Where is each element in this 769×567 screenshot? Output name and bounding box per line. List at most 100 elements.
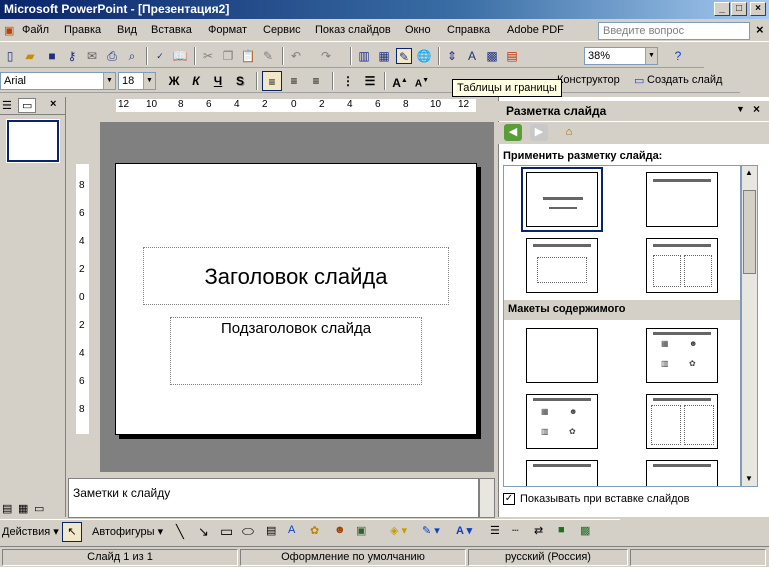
help-icon[interactable]: ? bbox=[670, 48, 686, 64]
normal-view-icon[interactable]: ▤ bbox=[2, 502, 12, 515]
layout-title-two-content[interactable] bbox=[646, 394, 718, 449]
hyperlink-icon[interactable]: 🌐 bbox=[416, 48, 432, 64]
arrow-icon[interactable]: ↘ bbox=[198, 524, 209, 540]
picture-icon[interactable]: ▣ bbox=[356, 524, 366, 537]
back-icon[interactable]: ◀ bbox=[504, 124, 522, 141]
ask-question-input[interactable]: Введите вопрос bbox=[598, 22, 750, 40]
sorter-view-icon[interactable]: ▦ bbox=[18, 502, 28, 515]
checkbox[interactable]: ✓ bbox=[503, 493, 515, 506]
oval-icon[interactable]: ⬭ bbox=[242, 523, 254, 540]
bold-button[interactable]: Ж bbox=[164, 71, 184, 91]
color-grayscale-icon[interactable]: ▤ bbox=[504, 48, 520, 64]
align-right-icon[interactable]: ≡ bbox=[306, 71, 326, 91]
notes-area[interactable]: Заметки к слайду bbox=[68, 478, 479, 518]
task-pane-scrollbar[interactable]: ▲ ▼ bbox=[741, 165, 758, 487]
maximize-button[interactable]: □ bbox=[731, 2, 747, 16]
close-button[interactable]: × bbox=[750, 2, 766, 16]
show-on-insert-checkbox[interactable]: ✓ Показывать при вставке слайдов bbox=[503, 493, 690, 506]
font-size-combo[interactable]: 18 ▼ bbox=[118, 72, 156, 90]
diagram-icon[interactable]: ✿ bbox=[310, 524, 319, 537]
print-preview-icon[interactable]: ⌕ bbox=[124, 48, 140, 64]
autoshapes-menu[interactable]: Автофигуры ▾ bbox=[92, 525, 163, 538]
arrow-style-icon[interactable]: ⇄ bbox=[534, 524, 543, 537]
chevron-down-icon[interactable]: ▼ bbox=[143, 73, 155, 89]
zoom-combo[interactable]: 38% ▼ bbox=[584, 47, 658, 65]
redo-icon[interactable]: ↷ bbox=[318, 48, 334, 64]
chevron-down-icon[interactable]: ▼ bbox=[736, 104, 745, 114]
open-icon[interactable]: ▰ bbox=[22, 48, 38, 64]
new-icon[interactable]: ▯ bbox=[2, 48, 18, 64]
layout-title-content-2[interactable] bbox=[526, 460, 598, 486]
dash-style-icon[interactable]: ┄ bbox=[512, 524, 519, 537]
close-document-icon[interactable]: × bbox=[756, 22, 764, 37]
decrease-font-icon[interactable]: A▼ bbox=[412, 71, 432, 91]
paste-icon[interactable]: 📋 bbox=[240, 48, 256, 64]
research-icon[interactable]: 📖 bbox=[172, 48, 188, 64]
undo-icon[interactable]: ↶ bbox=[288, 48, 304, 64]
menu-file[interactable]: Файл bbox=[22, 24, 49, 36]
copy-icon[interactable]: ❐ bbox=[220, 48, 236, 64]
menu-insert[interactable]: Вставка bbox=[151, 24, 192, 36]
slides-tab-icon[interactable]: ▭ bbox=[18, 98, 37, 113]
save-icon[interactable]: ■ bbox=[44, 48, 60, 64]
title-placeholder[interactable]: Заголовок слайда bbox=[143, 247, 449, 305]
close-icon[interactable]: × bbox=[753, 102, 760, 116]
notes-scrollbar[interactable] bbox=[479, 478, 495, 518]
layout-content[interactable]: ▦ ☻ ▥ ✿ bbox=[646, 328, 718, 383]
menu-tools[interactable]: Сервис bbox=[263, 24, 301, 36]
print-icon[interactable]: ⎙ bbox=[104, 48, 120, 64]
menu-edit[interactable]: Правка bbox=[64, 24, 101, 36]
slideshow-view-icon[interactable]: ▭ bbox=[34, 502, 44, 515]
slide-thumbnail[interactable] bbox=[6, 119, 60, 163]
insert-table-icon[interactable]: ▦ bbox=[376, 48, 392, 64]
increase-font-icon[interactable]: A▲ bbox=[390, 71, 410, 91]
tables-and-borders-icon[interactable]: ✎ bbox=[396, 48, 412, 64]
layout-title-only[interactable] bbox=[646, 172, 718, 227]
line-icon[interactable]: ╲ bbox=[176, 524, 184, 540]
align-center-icon[interactable]: ≡ bbox=[284, 71, 304, 91]
layout-title-slide[interactable] bbox=[521, 167, 603, 232]
scroll-down-icon[interactable]: ▼ bbox=[745, 474, 753, 483]
layout-title-content-3[interactable] bbox=[646, 460, 718, 486]
menu-help[interactable]: Справка bbox=[447, 24, 490, 36]
line-color-icon[interactable]: ✎ ▾ bbox=[422, 524, 440, 537]
show-formatting-icon[interactable]: A bbox=[464, 48, 480, 64]
menu-view[interactable]: Вид bbox=[117, 24, 137, 36]
textbox-icon[interactable]: ▤ bbox=[266, 524, 276, 537]
app-menu-icon[interactable]: ▣ bbox=[4, 24, 14, 37]
minimize-button[interactable]: _ bbox=[714, 2, 730, 16]
font-combo[interactable]: Arial ▼ bbox=[0, 72, 116, 90]
home-icon[interactable]: ⌂ bbox=[560, 124, 578, 141]
font-color-icon[interactable]: A ▾ bbox=[456, 524, 472, 537]
show-grid-icon[interactable]: ▩ bbox=[484, 48, 500, 64]
menu-format[interactable]: Формат bbox=[208, 24, 247, 36]
fill-color-icon[interactable]: ◈ ▾ bbox=[390, 524, 407, 537]
shadow-style-icon[interactable]: ■ bbox=[558, 524, 565, 536]
numbering-icon[interactable]: ⋮ bbox=[338, 71, 358, 91]
permission-icon[interactable]: ⚷ bbox=[64, 48, 80, 64]
insert-chart-icon[interactable]: ▥ bbox=[356, 48, 372, 64]
actions-menu[interactable]: Действия ▾ bbox=[2, 525, 59, 538]
new-slide-button[interactable]: Создать слайд bbox=[647, 74, 722, 86]
subtitle-placeholder[interactable]: Подзаголовок слайда bbox=[170, 317, 422, 385]
format-painter-icon[interactable]: ✎ bbox=[260, 48, 276, 64]
scroll-thumb[interactable] bbox=[743, 190, 756, 274]
layout-blank[interactable] bbox=[526, 328, 598, 383]
close-pane-icon[interactable]: × bbox=[50, 98, 56, 110]
layout-title-content[interactable]: ▦ ☻ ▥ ✿ bbox=[526, 394, 598, 449]
wordart-icon[interactable]: A bbox=[288, 524, 295, 536]
email-icon[interactable]: ✉ bbox=[84, 48, 100, 64]
clipart-icon[interactable]: ☻ bbox=[334, 524, 346, 536]
menu-slideshow[interactable]: Показ слайдов bbox=[315, 24, 391, 36]
spelling-icon[interactable]: ✓ bbox=[152, 48, 168, 64]
layout-two-columns[interactable] bbox=[646, 238, 718, 293]
underline-button[interactable]: Ч bbox=[208, 71, 228, 91]
expand-icon[interactable]: ⇕ bbox=[444, 48, 460, 64]
italic-button[interactable]: К bbox=[186, 71, 206, 91]
scroll-up-icon[interactable]: ▲ bbox=[745, 168, 753, 177]
bullets-icon[interactable]: ☰ bbox=[360, 71, 380, 91]
chevron-down-icon[interactable]: ▼ bbox=[645, 48, 657, 64]
outline-tab-icon[interactable]: ☰ bbox=[2, 99, 12, 112]
align-left-icon[interactable]: ≡ bbox=[262, 71, 282, 91]
layout-title-text[interactable] bbox=[526, 238, 598, 293]
